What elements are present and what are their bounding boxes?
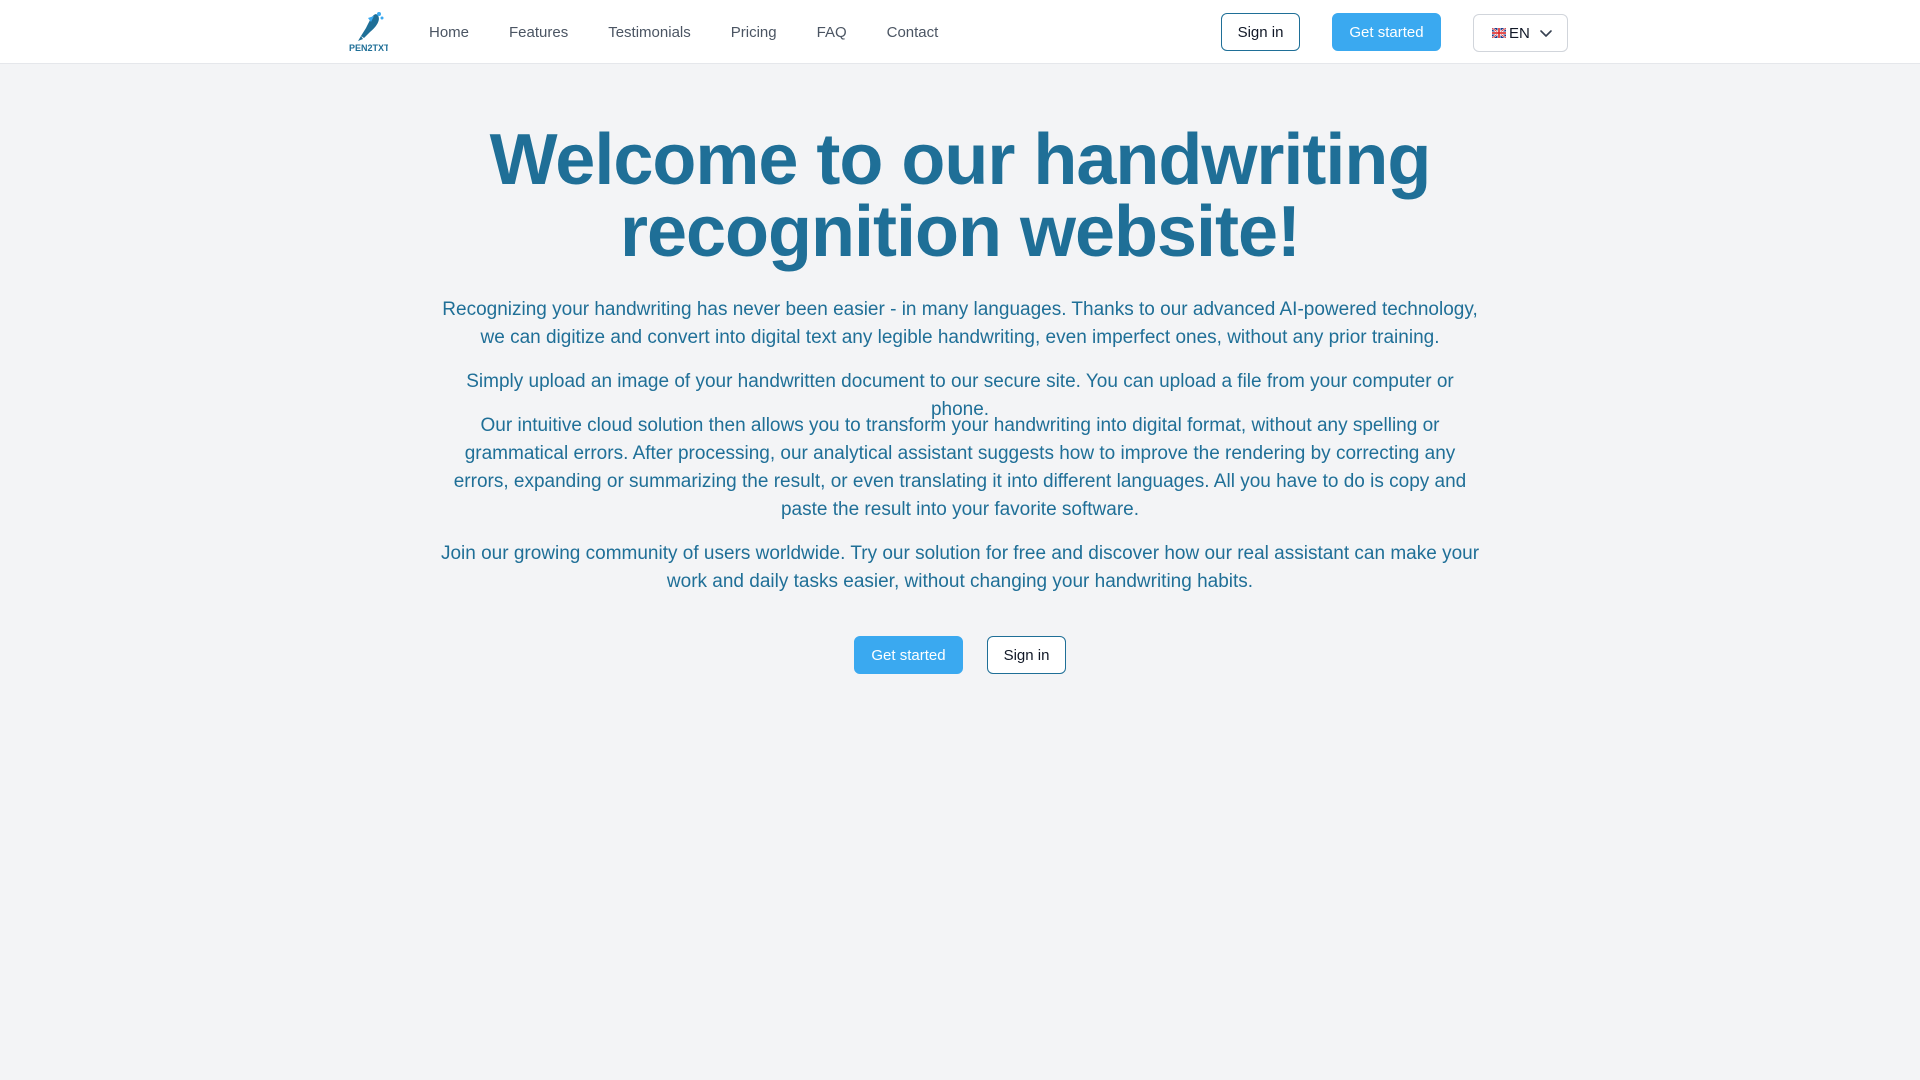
language-code: EN xyxy=(1509,24,1530,42)
nav-home[interactable]: Home xyxy=(429,24,469,41)
uk-flag-icon xyxy=(1492,28,1506,38)
nav-faq[interactable]: FAQ xyxy=(817,24,847,41)
hero-paragraph-1: Recognizing your handwriting has never b… xyxy=(442,299,1478,348)
hero-paragraph-3: Our intuitive cloud solution then allows… xyxy=(453,415,1467,520)
hero-title: Welcome to our handwriting recognition w… xyxy=(489,120,1432,272)
main-nav: Home Features Testimonials Pricing FAQ C… xyxy=(429,0,978,64)
nav-pricing[interactable]: Pricing xyxy=(731,24,777,41)
chevron-down-icon xyxy=(1540,30,1552,37)
nav-contact[interactable]: Contact xyxy=(887,24,939,41)
hero-sign-in-button[interactable]: Sign in xyxy=(987,636,1066,674)
nav-testimonials[interactable]: Testimonials xyxy=(608,24,691,41)
top-header: PEN2TXT Home Features Testimonials Prici… xyxy=(0,0,1920,64)
nav-features[interactable]: Features xyxy=(509,24,568,41)
brand-logo[interactable]: PEN2TXT xyxy=(348,10,388,54)
hero-paragraph-4: Join our growing community of users worl… xyxy=(440,543,1480,592)
logo-wordmark: PEN2TXT xyxy=(349,43,388,53)
header-get-started-button[interactable]: Get started xyxy=(1332,13,1441,51)
hero-get-started-button[interactable]: Get started xyxy=(854,636,963,674)
language-selector[interactable]: EN xyxy=(1473,14,1568,52)
header-sign-in-button[interactable]: Sign in xyxy=(1221,13,1300,51)
quill-pen-icon: PEN2TXT xyxy=(349,12,388,53)
